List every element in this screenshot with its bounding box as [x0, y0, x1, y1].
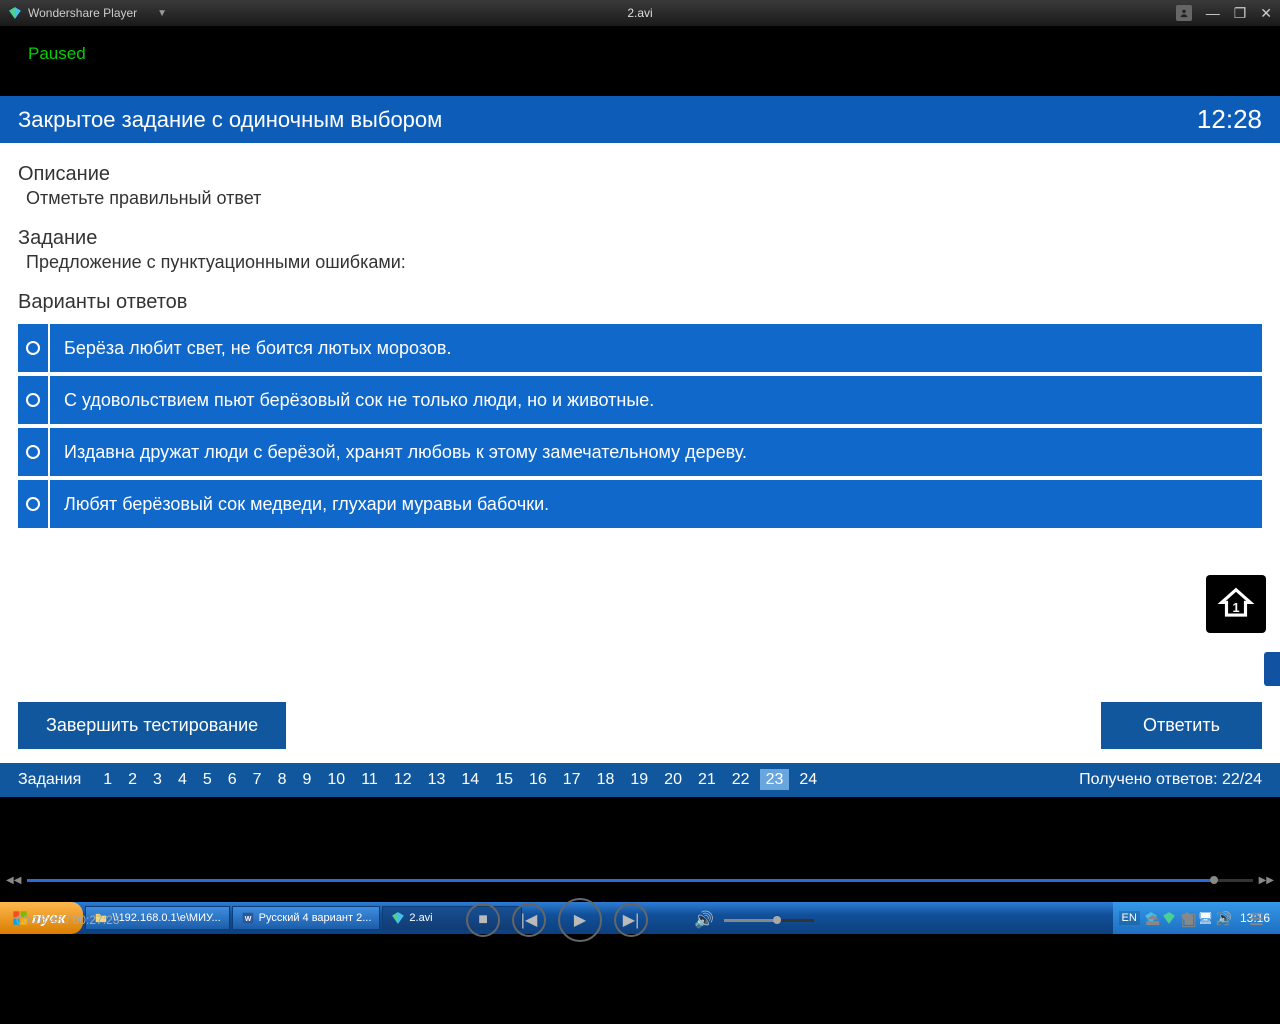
play-button[interactable]: ▶ [558, 898, 602, 942]
task-title: Закрытое задание с одиночным выбором [18, 107, 442, 133]
stop-button[interactable]: ■ [466, 903, 500, 937]
answer-option[interactable]: С удовольствием пьют берёзовый сок не то… [18, 376, 1262, 424]
question-number[interactable]: 10 [321, 769, 351, 790]
video-frame: Закрытое задание с одиночным выбором 12:… [0, 96, 1280, 797]
finish-test-button[interactable]: Завершить тестирование [18, 702, 286, 749]
question-number[interactable]: 7 [247, 769, 268, 790]
question-nav: Задания 12345678910111213141516171819202… [0, 763, 1280, 797]
answer-option[interactable]: Любят берёзовый сок медведи, глухари мур… [18, 480, 1262, 528]
volume-slider[interactable] [724, 919, 814, 922]
close-button[interactable]: ✕ [1260, 5, 1272, 22]
description-text: Отметьте правильный ответ [18, 188, 1262, 209]
option-text: Любят берёзовый сок медведи, глухари мур… [50, 480, 1262, 528]
snapshot-icon[interactable]: ▣ [1181, 910, 1197, 930]
answer-option[interactable]: Берёза любит свет, не боится лютых мороз… [18, 324, 1262, 372]
status-row: Paused [0, 26, 1280, 96]
question-number[interactable]: 4 [172, 769, 193, 790]
options-label: Варианты ответов [18, 291, 1262, 314]
svg-text:1: 1 [1232, 601, 1239, 615]
question-number[interactable]: 16 [523, 769, 553, 790]
timer: 12:28 [1197, 104, 1262, 135]
user-icon[interactable] [1176, 5, 1192, 21]
question-number[interactable]: 17 [557, 769, 587, 790]
question-number[interactable]: 12 [388, 769, 418, 790]
question-number[interactable]: 23 [760, 769, 790, 790]
next-button[interactable]: ▶| [614, 903, 648, 937]
description-label: Описание [18, 163, 1262, 186]
titlebar: Wondershare Player ▼ 2.avi — ❐ ✕ [0, 0, 1280, 26]
option-text: Издавна дружат люди с берёзой, хранят лю… [50, 428, 1262, 476]
answer-button[interactable]: Ответить [1101, 702, 1262, 749]
task-label: Задание [18, 227, 1262, 250]
radio-indicator [18, 428, 50, 476]
upload-home-icon: 1 [1217, 585, 1255, 623]
wondershare-logo-icon [8, 6, 22, 20]
player-controls: ◀◀ ▶▶ 00:26:48 / 00:27:23 ■ |◀ ▶ ▶| 🔊 ⏏ … [0, 797, 1280, 902]
question-number[interactable]: 22 [726, 769, 756, 790]
question-number[interactable]: 20 [658, 769, 688, 790]
answer-option[interactable]: Издавна дружат люди с берёзой, хранят лю… [18, 428, 1262, 476]
file-title: 2.avi [627, 6, 652, 20]
prev-button[interactable]: |◀ [512, 903, 546, 937]
fullscreen-icon[interactable]: ⛶ [1217, 910, 1229, 930]
question-number[interactable]: 3 [147, 769, 168, 790]
app-name: Wondershare Player [28, 6, 137, 20]
upload-badge[interactable]: 1 [1206, 575, 1266, 633]
question-number[interactable]: 11 [355, 769, 384, 790]
question-nav-label: Задания [18, 771, 81, 789]
task-text: Предложение с пунктуационными ошибками: [18, 252, 1262, 273]
minimize-button[interactable]: — [1206, 5, 1220, 21]
radio-indicator [18, 480, 50, 528]
playlist-icon[interactable]: ☰ [1249, 910, 1264, 930]
question-number[interactable]: 1 [97, 769, 118, 790]
seek-fwd-icon[interactable]: ▶▶ [1259, 875, 1274, 886]
option-text: С удовольствием пьют берёзовый сок не то… [50, 376, 1262, 424]
maximize-button[interactable]: ❐ [1234, 5, 1247, 22]
score-label: Получено ответов: 22/24 [1079, 771, 1262, 789]
question-number[interactable]: 18 [591, 769, 621, 790]
question-number[interactable]: 9 [296, 769, 317, 790]
question-number[interactable]: 8 [272, 769, 293, 790]
volume-icon[interactable]: 🔊 [694, 910, 714, 930]
seek-back-icon[interactable]: ◀◀ [6, 875, 21, 886]
dropdown-icon[interactable]: ▼ [157, 8, 167, 19]
question-number[interactable]: 24 [793, 769, 823, 790]
radio-indicator [18, 324, 50, 372]
radio-indicator [18, 376, 50, 424]
question-number[interactable]: 5 [197, 769, 218, 790]
question-number[interactable]: 13 [422, 769, 452, 790]
option-text: Берёза любит свет, не боится лютых мороз… [50, 324, 1262, 372]
question-number[interactable]: 21 [692, 769, 722, 790]
timecode: 00:26:48 / 00:27:23 [16, 913, 119, 927]
question-number[interactable]: 19 [624, 769, 654, 790]
test-header: Закрытое задание с одиночным выбором 12:… [0, 96, 1280, 143]
question-number[interactable]: 2 [122, 769, 143, 790]
side-tab[interactable] [1264, 652, 1280, 686]
seek-bar[interactable] [27, 879, 1252, 882]
question-number[interactable]: 6 [222, 769, 243, 790]
question-number[interactable]: 14 [455, 769, 485, 790]
paused-label: Paused [28, 44, 86, 63]
question-number[interactable]: 15 [489, 769, 519, 790]
eject-icon[interactable]: ⏏ [1145, 910, 1161, 930]
